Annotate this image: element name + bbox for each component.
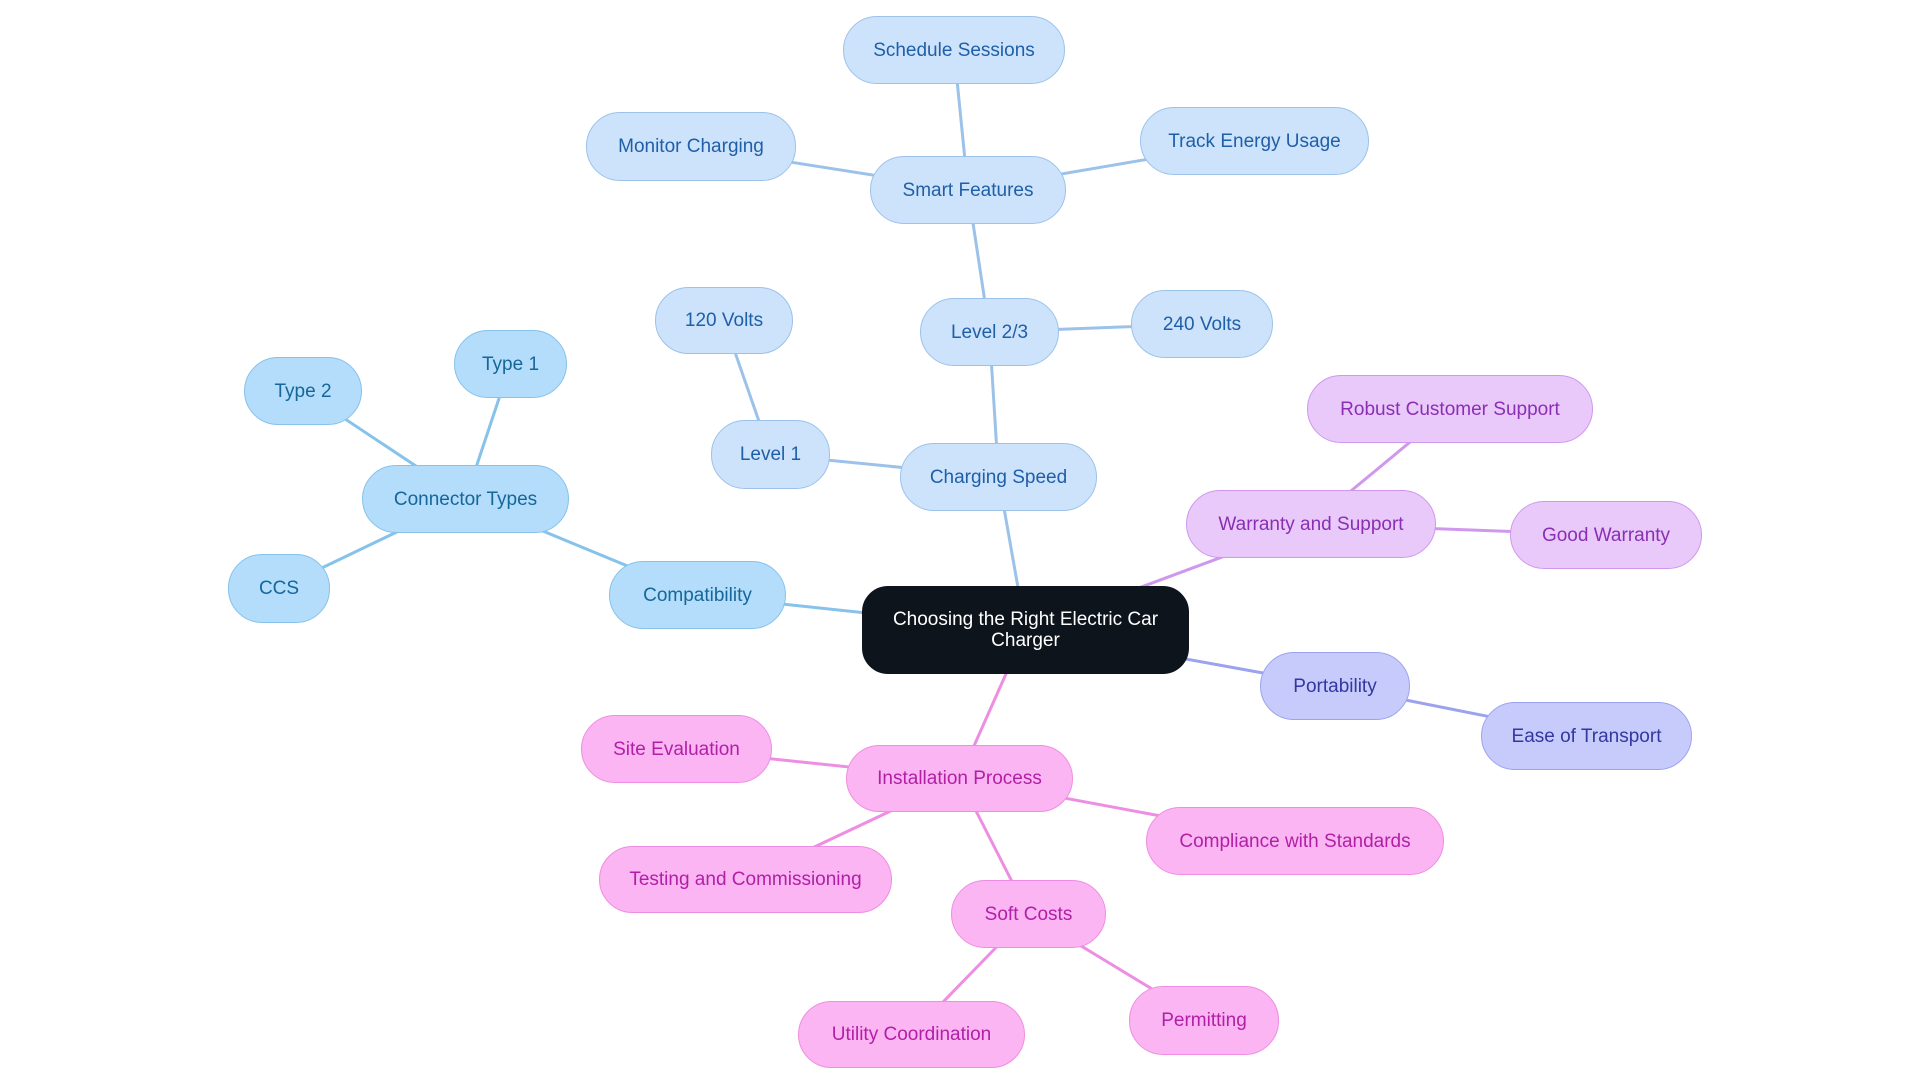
node-installation-process[interactable]: Installation Process (846, 745, 1073, 812)
node-type-1[interactable]: Type 1 (454, 330, 567, 398)
node-permitting[interactable]: Permitting (1129, 986, 1279, 1055)
node-label: Charging Speed (929, 466, 1068, 488)
node-label: Monitor Charging (618, 136, 764, 157)
node-label: Installation Process (877, 768, 1042, 789)
node-schedule-sessions[interactable]: Schedule Sessions (843, 16, 1065, 84)
node-level-1[interactable]: Level 1 (711, 420, 830, 489)
node-label: Utility Coordination (831, 1024, 992, 1045)
node-label: Compliance with Standards (1179, 830, 1411, 852)
root-node[interactable]: Choosing the Right Electric Car Charger (862, 586, 1189, 674)
node-charging-speed[interactable]: Charging Speed (900, 443, 1097, 511)
node-site-evaluation[interactable]: Site Evaluation (581, 715, 772, 783)
node-smart-features[interactable]: Smart Features (870, 156, 1066, 224)
node-track-energy-usage[interactable]: Track Energy Usage (1140, 107, 1369, 175)
node-portability[interactable]: Portability (1260, 652, 1410, 720)
node-label: Smart Features (902, 179, 1034, 201)
node-ccs[interactable]: CCS (228, 554, 330, 623)
node-label: Schedule Sessions (873, 39, 1035, 61)
node-label: Level 1 (739, 444, 802, 465)
node-label: Warranty and Support (1218, 513, 1404, 535)
node-level-2-3[interactable]: Level 2/3 (920, 298, 1059, 366)
node-label: Site Evaluation (613, 738, 740, 760)
node-good-warranty[interactable]: Good Warranty (1510, 501, 1702, 569)
node-testing-and-commissioning[interactable]: Testing and Commissioning (599, 846, 892, 913)
node-soft-costs[interactable]: Soft Costs (951, 880, 1106, 948)
node-label: Robust Customer Support (1340, 398, 1560, 420)
node-label: 240 Volts (1162, 313, 1242, 335)
node-type-2[interactable]: Type 2 (244, 357, 362, 425)
node-label: Soft Costs (984, 903, 1073, 925)
node-label: Connector Types (393, 488, 538, 510)
node-label: Choosing the Right Electric Car Charger (892, 609, 1159, 651)
node-utility-coordination[interactable]: Utility Coordination (798, 1001, 1025, 1068)
node-compatibility[interactable]: Compatibility (609, 561, 786, 629)
node-240-volts[interactable]: 240 Volts (1131, 290, 1273, 358)
node-label: Type 1 (481, 353, 540, 375)
node-label: Compatibility (643, 584, 752, 606)
node-label: Ease of Transport (1511, 725, 1662, 747)
node-label: Portability (1293, 675, 1377, 697)
node-warranty-and-support[interactable]: Warranty and Support (1186, 490, 1436, 558)
node-robust-customer-support[interactable]: Robust Customer Support (1307, 375, 1593, 443)
node-monitor-charging[interactable]: Monitor Charging (586, 112, 796, 181)
node-label: Testing and Commissioning (629, 869, 862, 890)
node-label: Permitting (1161, 1010, 1247, 1031)
node-label: CCS (258, 578, 300, 599)
node-label: Track Energy Usage (1168, 130, 1341, 152)
node-compliance-with-standards[interactable]: Compliance with Standards (1146, 807, 1444, 875)
node-120-volts[interactable]: 120 Volts (655, 287, 793, 354)
node-label: Good Warranty (1541, 524, 1671, 546)
node-connector-types[interactable]: Connector Types (362, 465, 569, 533)
node-label: Type 2 (274, 380, 332, 402)
node-label: Level 2/3 (950, 321, 1029, 343)
node-ease-of-transport[interactable]: Ease of Transport (1481, 702, 1692, 770)
node-label: 120 Volts (684, 310, 764, 331)
